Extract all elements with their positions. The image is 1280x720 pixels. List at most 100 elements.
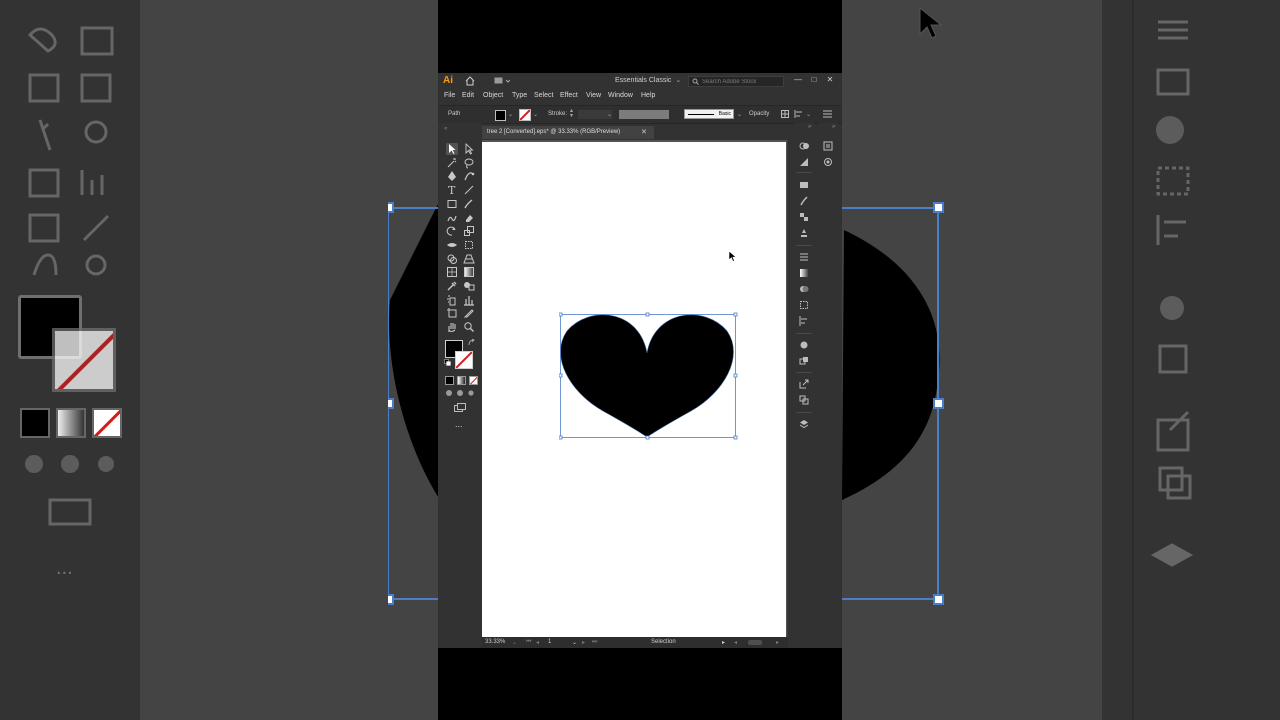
- close-icon[interactable]: ✕: [641, 128, 647, 136]
- none-mode-button[interactable]: [469, 376, 478, 385]
- artboard[interactable]: [482, 142, 786, 637]
- artboard-number[interactable]: 1: [548, 639, 551, 645]
- shape-builder-tool-icon[interactable]: [446, 253, 458, 265]
- pen-tool-icon[interactable]: [446, 170, 458, 182]
- color-guide-panel-icon[interactable]: [799, 141, 809, 151]
- symbol-sprayer-tool-icon[interactable]: [446, 294, 458, 306]
- transform-panel-icon[interactable]: [799, 300, 809, 310]
- color-mode-button[interactable]: [445, 376, 454, 385]
- menu-file[interactable]: File: [444, 92, 455, 99]
- scale-tool-icon[interactable]: [463, 225, 475, 237]
- zoom-tool-icon[interactable]: [463, 321, 475, 333]
- last-artboard-icon[interactable]: ⏭: [592, 639, 597, 646]
- curvature-tool-icon[interactable]: [463, 170, 475, 182]
- appearance-panel-icon[interactable]: [799, 340, 809, 350]
- next-artboard-icon[interactable]: ▸: [582, 639, 585, 646]
- edit-toolbar-button[interactable]: ...: [455, 419, 463, 429]
- panel-menu-icon[interactable]: [823, 110, 832, 118]
- free-transform-tool-icon[interactable]: [463, 239, 475, 251]
- menu-select[interactable]: Select: [534, 92, 553, 99]
- brush-definition[interactable]: Basic: [684, 109, 734, 119]
- panel-collapse-icon[interactable]: «: [444, 126, 448, 132]
- eyedropper-tool-icon[interactable]: [446, 280, 458, 292]
- default-fill-stroke-icon[interactable]: [444, 359, 451, 366]
- hand-tool-icon[interactable]: [446, 321, 458, 333]
- eraser-tool-icon[interactable]: [463, 212, 475, 224]
- drawing-modes[interactable]: [445, 389, 477, 397]
- stroke-color-swatch[interactable]: [519, 109, 531, 121]
- artboard-chevron-icon[interactable]: ⌄: [572, 639, 577, 646]
- layers-panel-icon[interactable]: [799, 419, 809, 429]
- recolor-icon[interactable]: [781, 110, 789, 118]
- zoom-chevron-icon[interactable]: ⌄: [512, 639, 517, 646]
- column-graph-tool-icon[interactable]: [463, 294, 475, 306]
- horizontal-scrollbar[interactable]: [748, 640, 762, 645]
- prev-artboard-icon[interactable]: ◂: [536, 639, 539, 646]
- stroke-weight-stepper[interactable]: ▴ ▾: [570, 108, 573, 119]
- rotate-tool-icon[interactable]: [446, 225, 458, 237]
- vertical-scrollbar[interactable]: [787, 140, 788, 637]
- stroke-box[interactable]: [455, 351, 473, 369]
- blend-tool-icon[interactable]: [463, 280, 475, 292]
- close-window-button[interactable]: ✕: [824, 75, 836, 84]
- adobe-stock-search[interactable]: [688, 76, 784, 87]
- line-segment-tool-icon[interactable]: [463, 184, 475, 196]
- brushes-panel-icon[interactable]: [799, 196, 809, 206]
- menu-edit[interactable]: Edit: [462, 92, 474, 99]
- fill-dropdown-chevron-icon[interactable]: ⌄: [508, 111, 513, 118]
- menu-help[interactable]: Help: [641, 92, 655, 99]
- home-icon[interactable]: [465, 76, 475, 86]
- zoom-level[interactable]: 33.33%: [485, 639, 505, 645]
- variable-width-profile[interactable]: [619, 110, 669, 119]
- workspace-switcher[interactable]: Essentials Classic ⌄: [615, 76, 681, 84]
- hscroll-left-icon[interactable]: ◂: [734, 639, 737, 646]
- cc-libraries-icon[interactable]: [823, 141, 833, 151]
- stroke-dropdown-chevron-icon[interactable]: ⌄: [533, 111, 538, 118]
- lasso-tool-icon[interactable]: [463, 157, 475, 169]
- stroke-weight-chevron-icon[interactable]: ⌄: [607, 111, 612, 118]
- expand-panels-icon[interactable]: »: [808, 124, 811, 130]
- menu-type[interactable]: Type: [512, 92, 527, 99]
- shaper-tool-icon[interactable]: [446, 212, 458, 224]
- transparency-panel-icon[interactable]: [799, 284, 809, 294]
- libraries-panel-icon[interactable]: [799, 180, 809, 190]
- stroke-label[interactable]: Stroke:: [548, 111, 567, 117]
- pathfinder-panel-icon[interactable]: [799, 395, 809, 405]
- heart-shape[interactable]: [559, 311, 739, 441]
- align-panel-icon[interactable]: [799, 316, 809, 326]
- fill-color-swatch[interactable]: [495, 110, 506, 121]
- width-tool-icon[interactable]: [446, 239, 458, 251]
- properties-panel-icon[interactable]: [799, 157, 809, 167]
- selection-tool-icon[interactable]: [446, 143, 458, 155]
- first-artboard-icon[interactable]: ⏮: [526, 639, 531, 646]
- gradient-tool-icon[interactable]: [463, 266, 475, 278]
- direct-selection-tool-icon[interactable]: [463, 143, 475, 155]
- rectangle-tool-icon[interactable]: [446, 198, 458, 210]
- menu-window[interactable]: Window: [608, 92, 633, 99]
- swap-fill-stroke-icon[interactable]: [468, 339, 475, 346]
- stroke-panel-icon[interactable]: [799, 252, 809, 262]
- document-tab[interactable]: tree 2 [Converted].eps* @ 33.33% (RGB/Pr…: [482, 126, 654, 139]
- opacity-label[interactable]: Opacity: [749, 111, 769, 117]
- slice-tool-icon[interactable]: [463, 307, 475, 319]
- align-chevron-icon[interactable]: ⌄: [806, 111, 811, 118]
- symbols-panel-icon[interactable]: [799, 228, 809, 238]
- current-tool-status[interactable]: Selection: [651, 639, 676, 645]
- type-tool-icon[interactable]: T: [446, 184, 458, 196]
- paintbrush-tool-icon[interactable]: [463, 198, 475, 210]
- graphic-styles-panel-icon[interactable]: [799, 356, 809, 366]
- search-input[interactable]: [702, 77, 782, 86]
- maximize-button[interactable]: □: [808, 75, 820, 84]
- brush-chevron-icon[interactable]: ⌄: [737, 111, 742, 118]
- screen-mode-icon[interactable]: [454, 403, 466, 413]
- hscroll-right-icon[interactable]: ▸: [776, 639, 779, 646]
- gradient-mode-button[interactable]: [457, 376, 466, 385]
- perspective-grid-tool-icon[interactable]: [463, 253, 475, 265]
- creative-cloud-icon[interactable]: [823, 157, 833, 167]
- status-menu-arrow-icon[interactable]: ▸: [722, 639, 725, 646]
- expand-panels-icon-2[interactable]: »: [832, 124, 835, 130]
- swatches-panel-icon[interactable]: [799, 212, 809, 222]
- magic-wand-tool-icon[interactable]: [446, 157, 458, 169]
- menu-object[interactable]: Object: [483, 92, 503, 99]
- canvas-area[interactable]: [482, 140, 788, 637]
